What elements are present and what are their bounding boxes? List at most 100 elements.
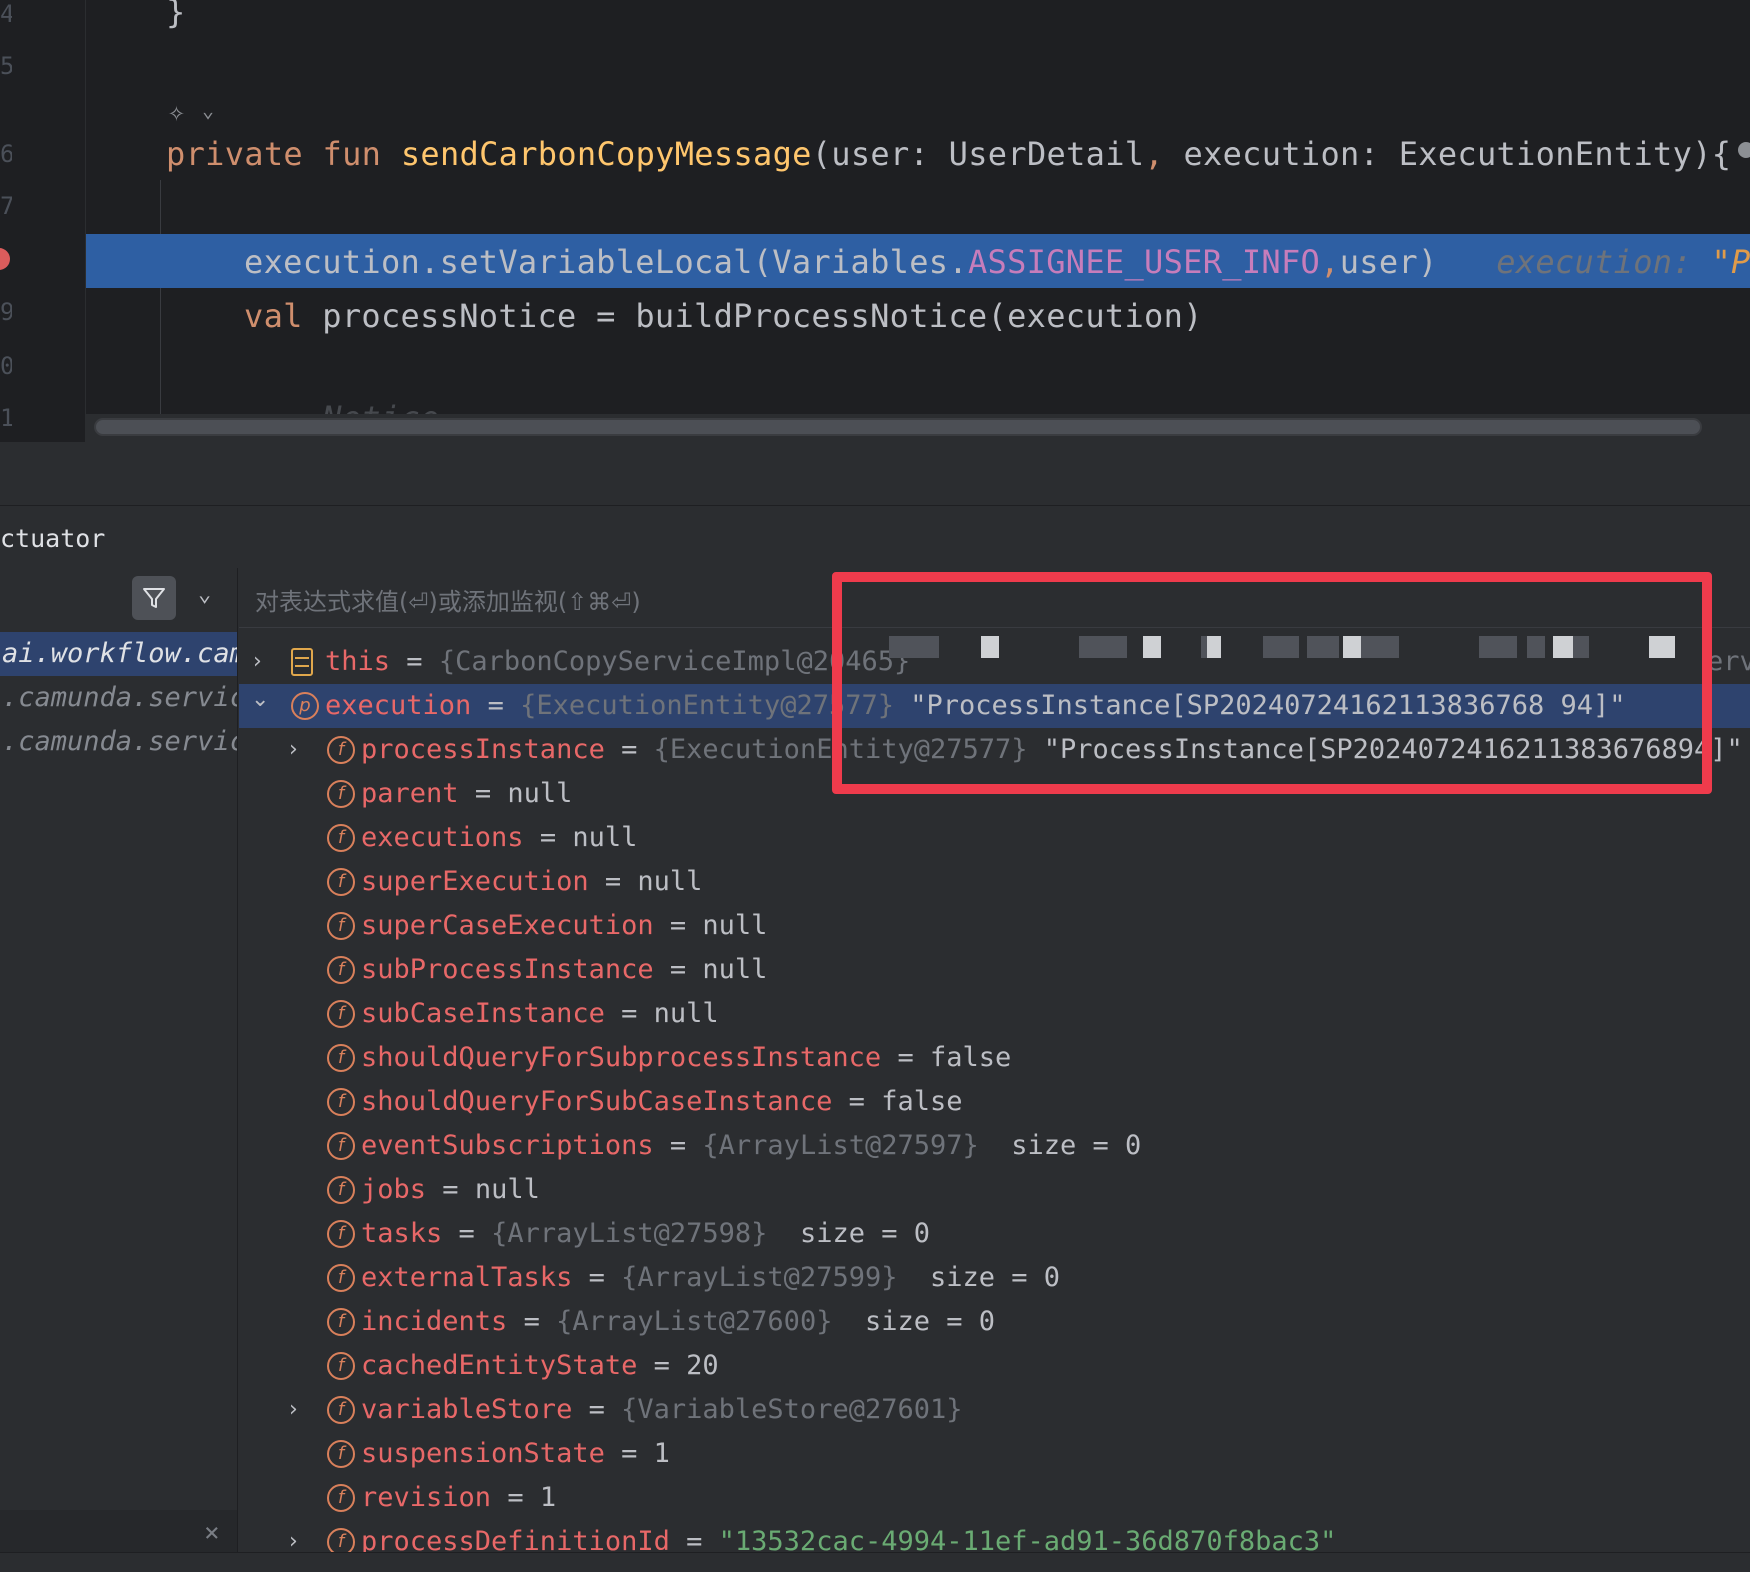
breakpoint-icon[interactable]: [0, 248, 10, 270]
close-icon[interactable]: ×: [204, 1518, 220, 1548]
variable-value: 20: [686, 1350, 719, 1381]
line-number: 0: [0, 352, 12, 380]
field-icon: f: [327, 736, 355, 764]
field-icon: f: [327, 1396, 355, 1424]
variable-value: null: [637, 866, 703, 897]
variable-row[interactable]: f tasks = {ArrayList@27598} size = 0: [239, 1212, 1750, 1256]
status-strip: [0, 1552, 1750, 1572]
closing-brace: }: [166, 0, 186, 31]
variable-row[interactable]: f cachedEntityState = 20: [239, 1344, 1750, 1388]
chevron-down-icon[interactable]: ⌄: [202, 98, 214, 122]
frames-footer: [0, 1510, 237, 1554]
variable-value: false: [929, 1042, 1012, 1073]
field-icon: f: [327, 824, 355, 852]
function-signature: private fun sendCarbonCopyMessage(user: …: [166, 135, 1732, 173]
variable-value: null: [474, 1174, 540, 1205]
variable-value: 1: [653, 1438, 670, 1469]
variable-row[interactable]: f superExecution = null: [239, 860, 1750, 904]
filter-button[interactable]: [132, 576, 176, 620]
chevron-down-icon[interactable]: ⌄: [251, 678, 271, 722]
author-icon: [1738, 142, 1750, 158]
debug-tab-bar: ctuator: [0, 506, 1750, 568]
evaluate-expression-input[interactable]: 对表达式求值(⏎)或添加监视(⇧⌘⏎): [255, 582, 641, 617]
stack-frame[interactable]: .camunda.service: [0, 676, 237, 720]
variable-row[interactable]: f subProcessInstance = null: [239, 948, 1750, 992]
variable-row[interactable]: f suspensionState = 1: [239, 1432, 1750, 1476]
variable-row[interactable]: f incidents = {ArrayList@27600} size = 0: [239, 1300, 1750, 1344]
variable-value: null: [702, 910, 768, 941]
variable-value: size = 0: [1011, 1130, 1142, 1161]
code-editor[interactable]: 4 5 6 7 9 0 1 } ✧ ⌄ private fun sendCarb…: [0, 0, 1750, 442]
panel-separator: [0, 442, 1750, 506]
chevron-down-icon[interactable]: ⌄: [198, 582, 211, 607]
variable-row[interactable]: f externalTasks = {ArrayList@27599} size …: [239, 1256, 1750, 1300]
line-number: 5: [0, 52, 12, 80]
indent-guide: [160, 180, 161, 442]
variable-type: {ArrayList@27598}: [491, 1218, 768, 1249]
code-line: val processNotice = buildProcessNotice(e…: [244, 297, 1203, 335]
variable-name: shouldQueryForSubprocessInstance: [361, 1042, 882, 1073]
field-icon: f: [327, 1220, 355, 1248]
variable-value: 1: [539, 1482, 557, 1513]
field-icon: f: [327, 1000, 355, 1028]
variable-value: null: [702, 954, 768, 985]
field-icon: f: [327, 1440, 355, 1468]
field-icon: f: [327, 1264, 355, 1292]
variable-row[interactable]: f shouldQueryForSubprocessInstance = fals…: [239, 1036, 1750, 1080]
variable-value: false: [881, 1086, 963, 1117]
field-icon: f: [327, 780, 355, 808]
variable-row[interactable]: f shouldQueryForSubCaseInstance = false: [239, 1080, 1750, 1124]
variable-row[interactable]: f superCaseExecution = null: [239, 904, 1750, 948]
variable-name: tasks: [361, 1218, 443, 1249]
line-number: 7: [0, 192, 12, 220]
variable-row[interactable]: f eventSubscriptions = {ArrayList@27597} …: [239, 1124, 1750, 1168]
variable-name: this: [325, 646, 391, 677]
filter-icon: [143, 588, 165, 608]
stack-frame[interactable]: .camunda.service: [0, 720, 237, 764]
variable-name: superExecution: [361, 866, 589, 897]
line-number: 1: [0, 404, 12, 432]
variable-type: {VariableStore@27601}: [621, 1394, 963, 1425]
variable-name: execution: [325, 690, 472, 721]
variable-trailing-text: erv: [1707, 646, 1750, 677]
line-number: 4: [0, 0, 12, 28]
variable-value: size = 0: [929, 1262, 1061, 1293]
field-icon: f: [327, 912, 355, 940]
debug-tab-title[interactable]: ctuator: [0, 524, 105, 553]
variable-row[interactable]: f revision = 1: [239, 1476, 1750, 1520]
variable-name: subCaseInstance: [361, 998, 605, 1029]
field-icon: f: [327, 1308, 355, 1336]
variable-value: null: [572, 822, 638, 853]
line-number-gutter[interactable]: 4 5 6 7 9 0 1: [0, 0, 86, 442]
variable-name: revision: [361, 1482, 492, 1513]
variable-row[interactable]: f executions = null: [239, 816, 1750, 860]
variable-name: cachedEntityState: [361, 1350, 638, 1381]
chevron-right-icon[interactable]: ›: [289, 1388, 309, 1432]
field-icon: f: [327, 1088, 355, 1116]
variable-row[interactable]: f jobs = null: [239, 1168, 1750, 1212]
line-number: 9: [0, 298, 12, 326]
field-icon: f: [327, 1044, 355, 1072]
variable-value: size = 0: [799, 1218, 930, 1249]
chevron-right-icon[interactable]: ›: [289, 728, 309, 772]
variable-name: variableStore: [361, 1394, 573, 1425]
variable-name: executions: [361, 822, 524, 853]
variable-row[interactable]: f subCaseInstance = null: [239, 992, 1750, 1036]
field-icon: f: [327, 1352, 355, 1380]
variable-name: jobs: [361, 1174, 427, 1205]
variable-name: shouldQueryForSubCaseInstance: [361, 1086, 833, 1117]
variable-type: {ArrayList@27599}: [621, 1262, 898, 1293]
line-number: 6: [0, 140, 12, 168]
frames-list[interactable]: ⌄ ai.workflow.camu .camunda.service .cam…: [0, 568, 238, 1572]
field-icon: f: [327, 868, 355, 896]
stack-frame[interactable]: ai.workflow.camu: [0, 632, 237, 676]
kotlin-run-icon[interactable]: ✧: [168, 95, 185, 128]
variable-row[interactable]: › f variableStore = {VariableStore@27601}: [239, 1388, 1750, 1432]
field-icon: f: [327, 1484, 355, 1512]
variable-name: eventSubscriptions: [361, 1130, 654, 1161]
variable-name: processInstance: [361, 734, 605, 765]
horizontal-scrollbar[interactable]: [94, 418, 1702, 436]
variable-type: {ArrayList@27600}: [556, 1306, 833, 1337]
variable-name: externalTasks: [361, 1262, 573, 1293]
variable-name: incidents: [361, 1306, 508, 1337]
